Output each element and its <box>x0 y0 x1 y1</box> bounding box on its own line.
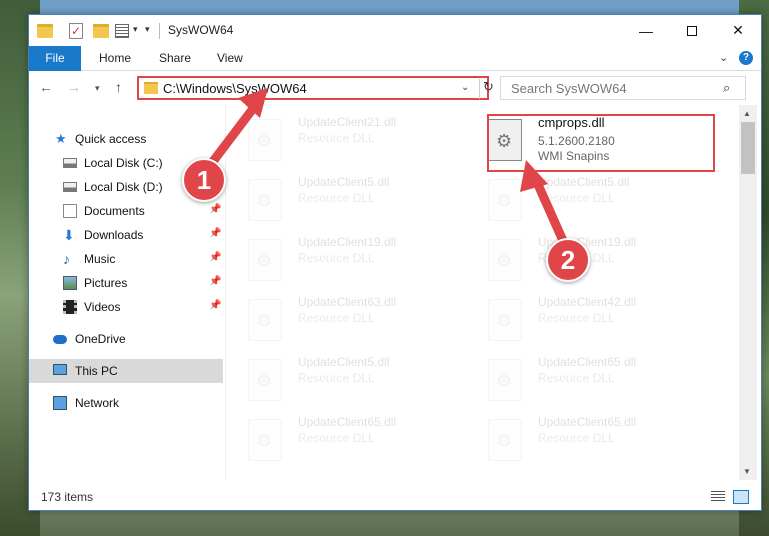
callout-arrow-1 <box>203 88 573 257</box>
arrow-shaft <box>203 97 263 173</box>
callout-badge-1: 1 <box>182 158 226 202</box>
callout-badge-2: 2 <box>546 238 590 282</box>
